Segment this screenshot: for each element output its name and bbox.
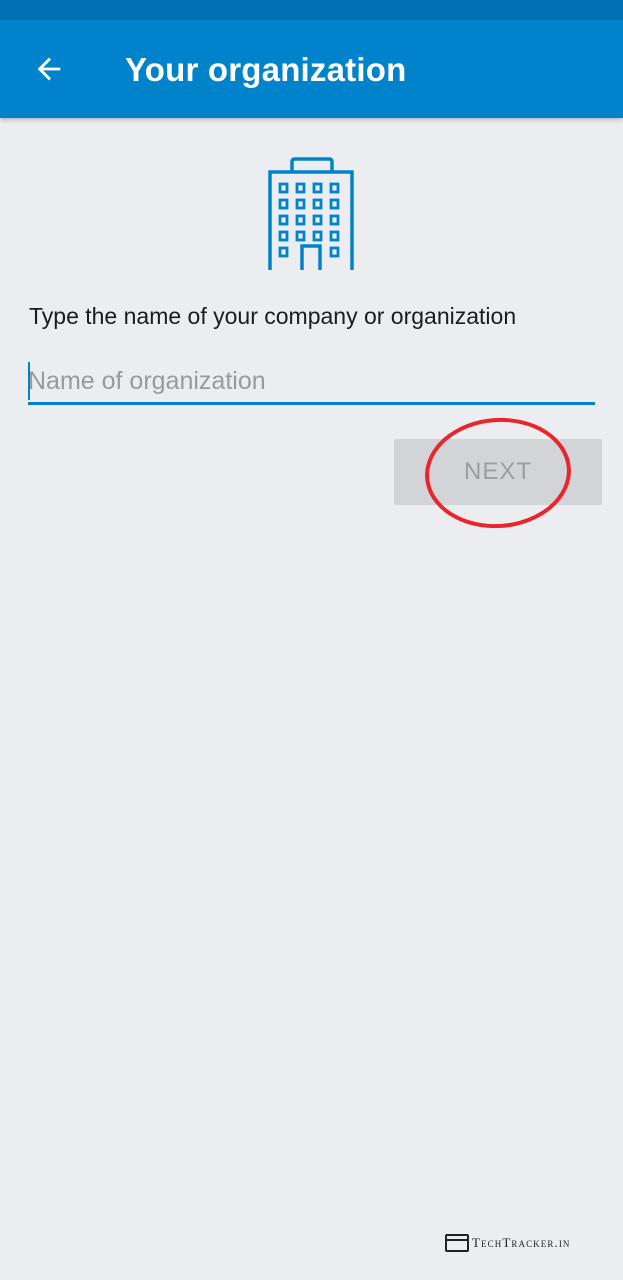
text-cursor [28,362,30,400]
browser-cursor-icon [445,1234,469,1252]
organization-name-field[interactable] [28,360,595,406]
arrow-left-icon [37,57,61,81]
organization-name-input[interactable] [28,360,595,403]
office-building-icon [268,157,354,270]
page-title: Your organization [125,51,407,88]
input-underline [28,402,595,405]
watermark-text: TechTracker.in [472,1235,571,1250]
next-button[interactable]: NEXT [394,439,602,505]
back-button[interactable] [22,42,76,96]
watermark: TechTracker.in [445,1234,571,1252]
status-bar [0,0,623,20]
app-bar: Your organization [0,20,623,118]
prompt-label: Type the name of your company or organiz… [29,303,517,329]
